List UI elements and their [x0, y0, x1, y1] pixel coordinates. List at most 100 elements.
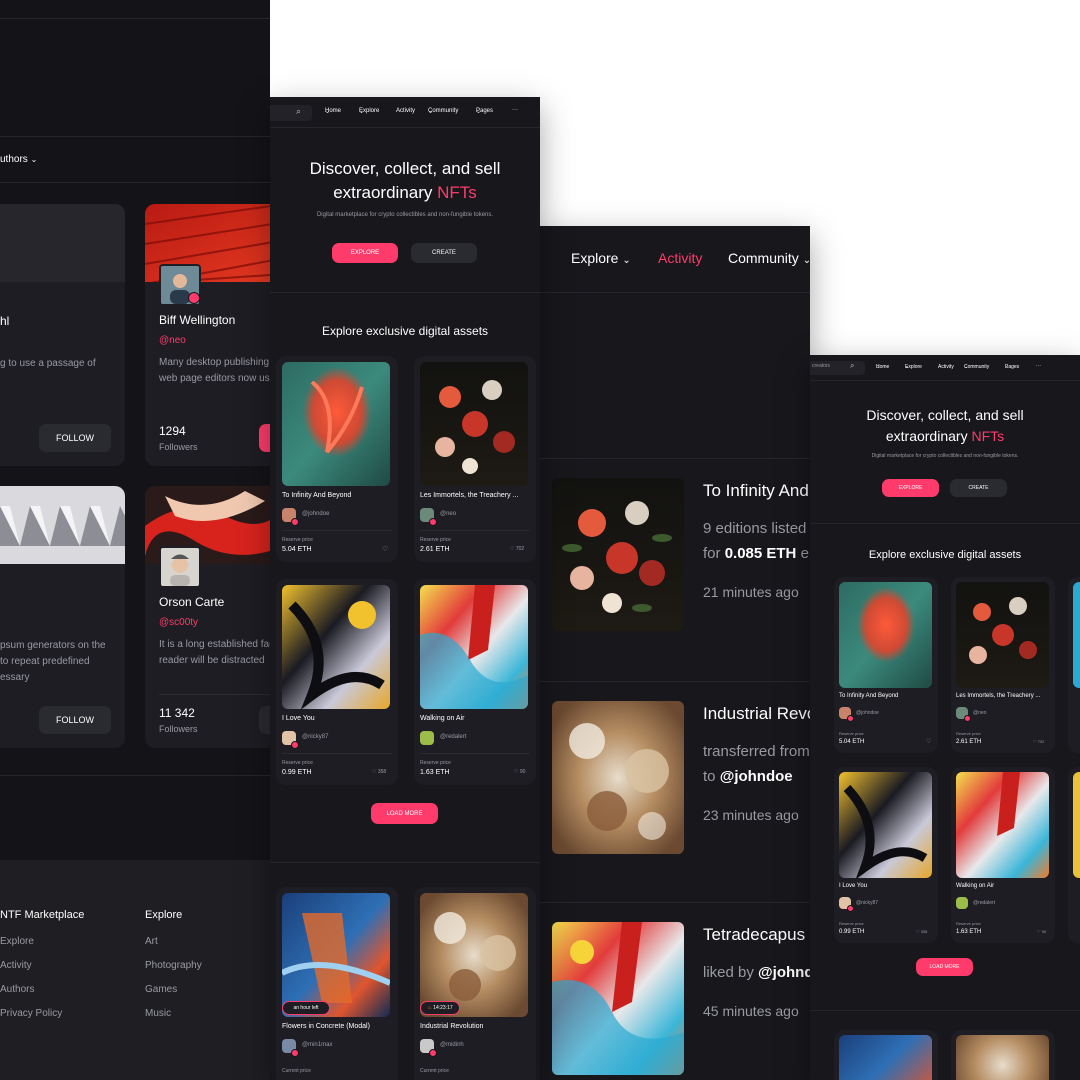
nft-card[interactable]: I Love You @nicky87 Reserve price 0.99 E…	[276, 579, 398, 785]
nft-title[interactable]: To Infinity And Beyond	[839, 693, 898, 699]
follow-button[interactable]	[259, 706, 270, 734]
like-count[interactable]: ♡ 90	[514, 769, 525, 775]
nft-owner[interactable]: @neo	[440, 511, 456, 517]
user-avatar[interactable]	[956, 897, 968, 909]
filter-label: uthors	[0, 154, 28, 165]
nft-owner[interactable]: @johndoe	[856, 710, 879, 716]
nft-card[interactable]: To Infinity And Beyond @johndoe Reserve …	[276, 356, 398, 562]
hero-title-line: extraordinary NFTs	[270, 181, 540, 205]
more-icon[interactable]: ···	[1036, 363, 1041, 369]
nft-card[interactable]: ♨ 14:23:17 Industrial Revolution @midinh…	[414, 887, 536, 1080]
activity-title[interactable]: Industrial Revo	[703, 704, 810, 724]
nft-owner[interactable]: @redalert	[973, 900, 995, 906]
search-input[interactable]: creators ⌕	[810, 361, 865, 375]
nft-title[interactable]: Les Immortels, the Treachery ...	[956, 693, 1040, 699]
heart-icon[interactable]: ♡	[926, 738, 931, 745]
like-count[interactable]: ♡ 358	[916, 929, 927, 934]
nft-card[interactable]: Les Immortels, the Treachery ... @neo Re…	[414, 356, 536, 562]
home-window-right: creators ⌕ Home ⌄ Explore ⌄ Activity Com…	[810, 355, 1080, 1080]
activity-user-link[interactable]: @johnd	[758, 964, 810, 981]
create-button[interactable]: CREATE	[411, 243, 477, 263]
explore-button[interactable]: EXPLORE	[332, 243, 398, 263]
divider	[810, 523, 1080, 524]
nft-image	[956, 582, 1049, 688]
nav-activity[interactable]: Activity	[396, 108, 415, 114]
more-icon[interactable]: ···	[512, 107, 518, 113]
footer-link[interactable]: Privacy Policy	[0, 1008, 62, 1019]
verified-icon	[291, 741, 299, 749]
nav-community[interactable]: Community ⌄	[728, 250, 810, 266]
load-more-button[interactable]: LOAD MORE	[371, 803, 438, 824]
like-count[interactable]: ♡ 702	[510, 546, 524, 552]
hero-title: Discover, collect, and sell extraordinar…	[810, 405, 1080, 447]
activity-entry[interactable]: Industrial Revo transferred from to @joh…	[540, 681, 810, 881]
nft-owner[interactable]: @redalert	[440, 734, 466, 740]
nft-title[interactable]: Les Immortels, the Treachery ...	[420, 492, 518, 499]
nft-card[interactable]: To Infinity And Beyond @johndoe Reserve …	[834, 577, 938, 753]
nft-card[interactable]: I Love You @nicky87 Reserve price 0.99 E…	[834, 767, 938, 943]
like-count[interactable]: ♡ 90	[1037, 929, 1046, 934]
nft-title[interactable]: Flowers in Concrete (Modal)	[282, 1023, 370, 1030]
footer-link[interactable]: Authors	[0, 984, 34, 995]
nft-card[interactable]: Walking on Air @redalert Reserve price 1…	[414, 579, 536, 785]
activity-title[interactable]: To Infinity And	[703, 481, 809, 501]
footer-link[interactable]: Music	[145, 1008, 171, 1019]
creator-card[interactable]: Orson Carte @sc00ty It is a long establi…	[145, 486, 270, 748]
nft-owner[interactable]: @midinh	[440, 1042, 464, 1048]
footer-link[interactable]: Activity	[0, 960, 32, 971]
nav-explore[interactable]: Explore ⌄	[571, 250, 631, 266]
nft-owner[interactable]: @nicky87	[302, 734, 328, 740]
chevron-down-icon: ⌄	[622, 255, 631, 266]
footer-link[interactable]: Art	[145, 936, 158, 947]
user-avatar[interactable]	[420, 731, 434, 745]
chevron-down-icon: ⌄	[30, 155, 38, 164]
creator-card[interactable]: hl g to use a passage of FOLLOW	[0, 204, 125, 466]
creator-card[interactable]: psum generators on the to repeat predefi…	[0, 486, 125, 748]
footer-link[interactable]: Explore	[0, 936, 34, 947]
activity-entry[interactable]: Tetradecapus liked by @johnd 45 minutes …	[540, 902, 810, 1080]
nft-owner[interactable]: @min1max	[302, 1042, 332, 1048]
follow-button[interactable]	[259, 424, 270, 452]
nft-card[interactable]	[1068, 767, 1080, 943]
nft-title[interactable]: To Infinity And Beyond	[282, 492, 351, 499]
activity-text: e	[796, 545, 809, 562]
nft-title[interactable]: I Love You	[282, 715, 315, 722]
footer-link[interactable]: Games	[145, 984, 177, 995]
creator-avatar[interactable]	[159, 546, 201, 588]
nav-activity[interactable]: Activity	[658, 250, 702, 266]
follow-button[interactable]: FOLLOW	[39, 706, 111, 734]
footer: NTF Marketplace Explore Activity Authors…	[0, 860, 270, 1080]
heart-icon[interactable]: ♡	[382, 545, 388, 553]
nft-card[interactable]	[951, 1030, 1055, 1080]
load-more-button[interactable]: LOAD MORE	[916, 958, 973, 976]
authors-filter-dropdown[interactable]: uthors ⌄	[0, 154, 37, 165]
nft-owner[interactable]: @johndoe	[302, 511, 329, 517]
search-input[interactable]: ⌕	[270, 105, 312, 121]
nft-owner[interactable]: @neo	[973, 710, 986, 716]
creator-handle[interactable]: @sc00ty	[159, 617, 198, 628]
auction-timer-value: 14:23:17	[433, 1005, 453, 1011]
activity-entry[interactable]: To Infinity And 9 editions listed for 0.…	[540, 458, 810, 658]
create-button[interactable]: CREATE	[950, 479, 1007, 497]
like-count[interactable]: ♡ 358	[372, 769, 386, 775]
nft-card[interactable]: Les Immortels, the Treachery ... @neo Re…	[951, 577, 1055, 753]
nft-owner[interactable]: @nicky87	[856, 900, 878, 906]
nft-card[interactable]: Walking on Air @redalert Reserve price 1…	[951, 767, 1055, 943]
follow-button[interactable]: FOLLOW	[39, 424, 111, 452]
nft-title[interactable]: Walking on Air	[956, 883, 994, 889]
activity-title[interactable]: Tetradecapus	[703, 925, 805, 945]
nft-card[interactable]: an hour left Flowers in Concrete (Modal)…	[276, 887, 398, 1080]
like-count[interactable]: ♡ 702	[1033, 739, 1044, 744]
activity-user-link[interactable]: @johndoe	[720, 768, 793, 785]
footer-link[interactable]: Photography	[145, 960, 202, 971]
nav-activity[interactable]: Activity	[938, 364, 954, 370]
nft-card[interactable]	[834, 1030, 938, 1080]
nft-title[interactable]: Walking on Air	[420, 715, 464, 722]
nft-title[interactable]: I Love You	[839, 883, 867, 889]
creator-handle[interactable]: @neo	[159, 335, 186, 346]
creator-cover-image	[0, 486, 125, 564]
nft-title[interactable]: Industrial Revolution	[420, 1023, 483, 1030]
creator-card[interactable]: Biff Wellington @neo Many desktop publis…	[145, 204, 270, 466]
explore-button[interactable]: EXPLORE	[882, 479, 939, 497]
nft-card[interactable]	[1068, 577, 1080, 753]
